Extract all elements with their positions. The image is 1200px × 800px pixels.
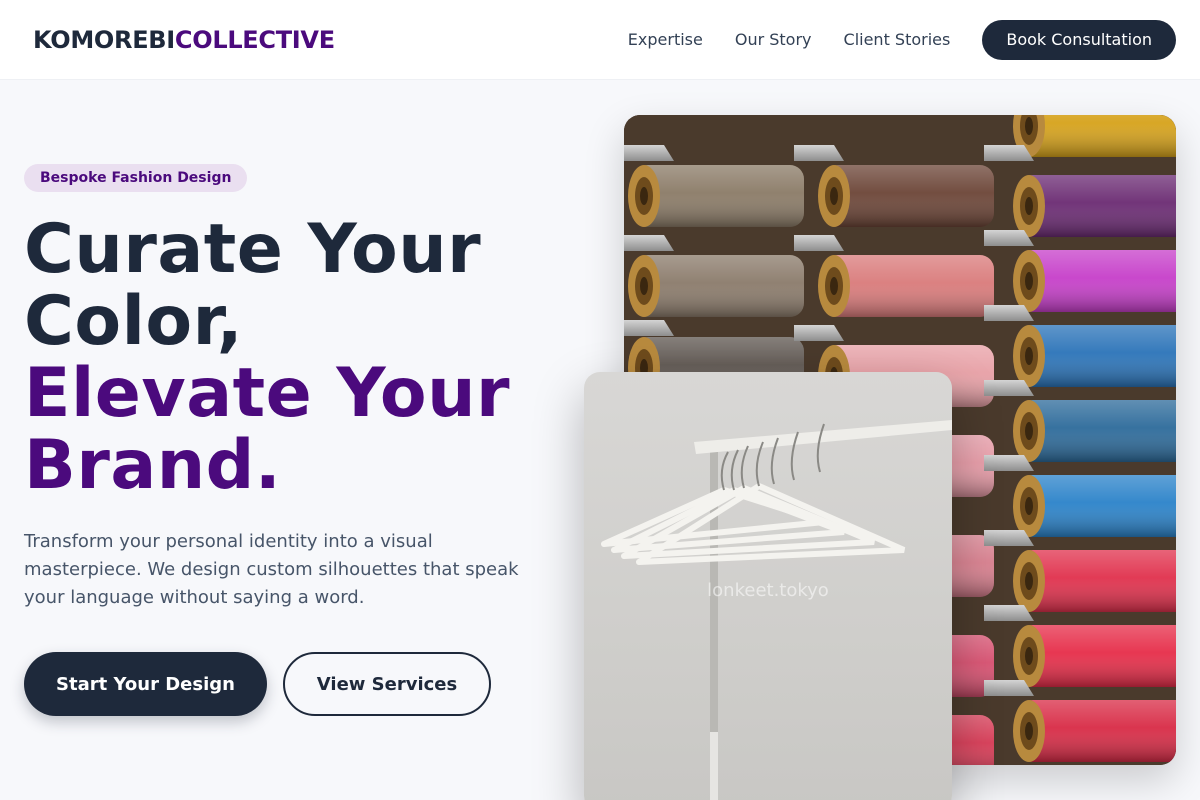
- start-design-button[interactable]: Start Your Design: [24, 652, 267, 716]
- hero-description: Transform your personal identity into a …: [24, 531, 519, 608]
- logo-part-2: COLLECTIVE: [174, 25, 335, 54]
- main-nav: Expertise Our Story Client Stories Book …: [628, 19, 1176, 60]
- view-services-button[interactable]: View Services: [283, 652, 491, 716]
- book-consultation-button[interactable]: Book Consultation: [982, 19, 1176, 60]
- site-header: KOMOREBI COLLECTIVE Expertise Our Story C…: [0, 0, 1200, 80]
- image-watermark: lonkeet.tokyo: [707, 580, 829, 601]
- nav-link-our-story[interactable]: Our Story: [735, 30, 812, 49]
- logo[interactable]: KOMOREBI COLLECTIVE: [33, 26, 335, 54]
- category-badge: Bespoke Fashion Design: [24, 164, 248, 192]
- headline-line-3: Elevate Your: [24, 354, 511, 433]
- headline-line-1: Curate Your: [24, 210, 482, 289]
- headline-line-4: Brand.: [24, 426, 282, 505]
- nav-link-expertise[interactable]: Expertise: [628, 30, 703, 49]
- nav-link-client-stories[interactable]: Client Stories: [844, 30, 951, 49]
- hero-headline: Curate Your Color, Elevate Your Brand.: [24, 214, 584, 502]
- logo-part-1: KOMOREBI: [33, 25, 175, 54]
- headline-line-2: Color,: [24, 282, 244, 361]
- clothing-rack-image: lonkeet.tokyo: [584, 372, 952, 800]
